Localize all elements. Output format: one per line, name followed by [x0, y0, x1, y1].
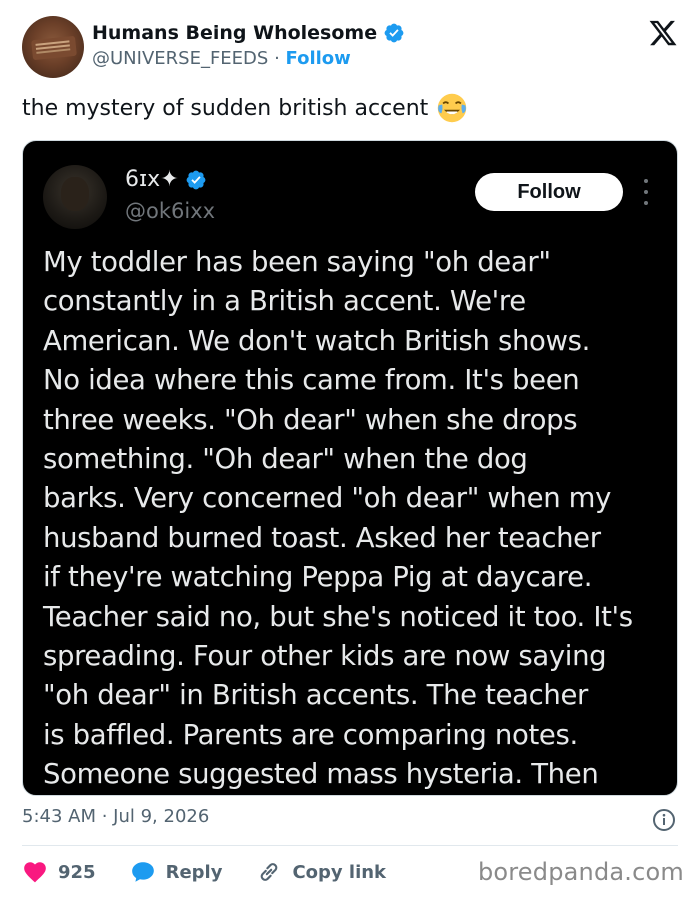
embedded-text-line: three weeks. "Oh dear" when she drops	[43, 403, 578, 436]
embedded-tweet[interactable]: 6ɪx✦ @ok6ixx Follow My toddler has been …	[22, 140, 678, 796]
account-name-row: Humans Being Wholesome	[92, 22, 405, 44]
tweet-text-row: the mystery of sudden british accent	[22, 92, 468, 124]
tweet-text: the mystery of sudden british accent	[22, 95, 429, 121]
account-avatar[interactable]	[22, 16, 84, 78]
boredpanda-watermark: boredpanda.com	[477, 858, 684, 886]
link-icon	[261, 863, 278, 881]
tweet-timestamp[interactable]: 5:43 AM · Jul 9, 2026	[22, 806, 209, 827]
embedded-avatar[interactable]	[43, 165, 107, 229]
embedded-text-line: if they're watching Peppa Pig at daycare…	[43, 561, 593, 594]
embedded-text-line: American. We don't watch British shows.	[43, 324, 591, 357]
embedded-text-line: is baffled. Parents are comparing notes.	[43, 718, 578, 751]
like-button[interactable]: 925	[22, 859, 96, 885]
handle-separator: ·	[274, 48, 280, 69]
more-options-icon[interactable]	[641, 179, 651, 205]
embedded-follow-button[interactable]: Follow	[475, 173, 623, 211]
embedded-text-line: Someone suggested mass hysteria. Then	[43, 758, 599, 791]
action-bar: 925 Reply Copy link	[22, 856, 420, 888]
heart-icon	[24, 862, 46, 883]
reply-button[interactable]: Reply	[130, 859, 223, 885]
reply-bubble-icon	[131, 862, 154, 882]
embedded-text-line: spreading. Four other kids are now sayin…	[43, 640, 607, 673]
account-name[interactable]: Humans Being Wholesome	[92, 22, 377, 44]
embedded-text-line: My toddler has been saying "oh dear"	[43, 246, 551, 278]
tweet-header: Humans Being Wholesome @UNIVERSE_FEEDS ·…	[0, 0, 700, 90]
embedded-name-row: 6ɪx✦	[125, 167, 207, 192]
account-handle[interactable]: @UNIVERSE_FEEDS	[92, 48, 268, 69]
handle-row: @UNIVERSE_FEEDS · Follow	[92, 48, 351, 69]
verified-badge-icon	[186, 170, 206, 189]
embedded-tweet-body: My toddler has been saying "oh dear" cons…	[43, 243, 663, 793]
embedded-text-line: No idea where this came from. It's been	[43, 364, 580, 397]
embedded-text-line: constantly in a British accent. We're	[43, 285, 526, 318]
x-logo-icon[interactable]	[648, 18, 678, 48]
follow-link[interactable]: Follow	[286, 48, 351, 69]
copy-link-button[interactable]: Copy link	[256, 859, 386, 885]
embedded-name[interactable]: 6ɪx✦	[125, 167, 179, 192]
laughing-crying-emoji-icon	[438, 93, 467, 123]
embedded-text-line: husband burned toast. Asked her teacher	[43, 521, 601, 554]
embedded-text-line: something. "Oh dear" when the dog	[43, 443, 528, 476]
verified-badge-icon	[384, 23, 404, 43]
embedded-text-line: barks. Very concerned "oh dear" when my	[43, 482, 612, 515]
divider	[22, 845, 678, 846]
embedded-text-line: "oh dear" in British accents. The teache…	[43, 679, 589, 712]
copy-link-label: Copy link	[292, 861, 387, 883]
reply-label: Reply	[165, 861, 223, 883]
embedded-text-line: Teacher said no, but she's noticed it to…	[43, 600, 633, 633]
embedded-handle[interactable]: @ok6ixx	[125, 199, 215, 223]
info-icon[interactable]	[652, 808, 676, 832]
like-count: 925	[58, 861, 96, 883]
